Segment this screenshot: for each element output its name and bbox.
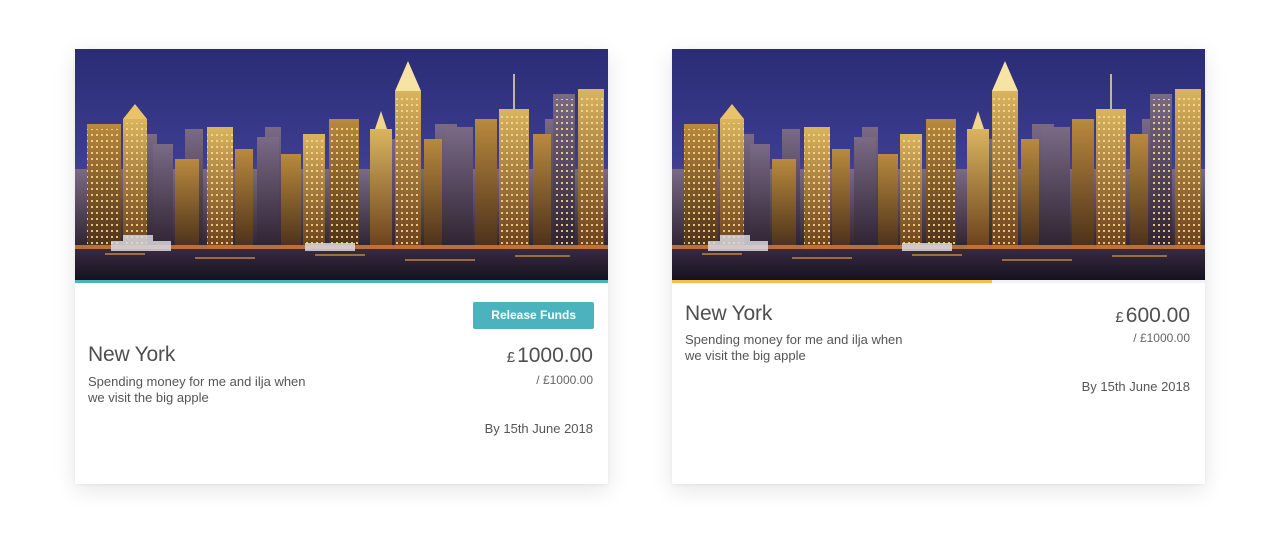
currency-symbol: £	[1115, 309, 1124, 326]
progress-track	[75, 280, 608, 283]
new-york-skyline-image	[672, 49, 1205, 280]
goal-deadline: By 15th June 2018	[484, 421, 593, 436]
saved-amount-value: 600.00	[1125, 304, 1190, 327]
currency-symbol: £	[506, 349, 516, 366]
goal-title: New York	[88, 343, 176, 366]
goal-title: New York	[685, 302, 773, 325]
goal-card[interactable]: Release Funds New York Spending money fo…	[75, 49, 608, 484]
saved-amount: £600.00	[1115, 304, 1190, 328]
goal-deadline: By 15th June 2018	[1081, 379, 1190, 394]
target-amount: / £1000.00	[1133, 331, 1190, 345]
progress-fill	[672, 280, 992, 283]
progress-fill	[75, 280, 608, 283]
release-funds-button[interactable]: Release Funds	[473, 302, 594, 329]
new-york-skyline-image	[75, 49, 608, 280]
progress-track	[672, 280, 1205, 283]
goal-description: Spending money for me and ilja when we v…	[88, 374, 306, 405]
goal-card[interactable]: New York Spending money for me and ilja …	[672, 49, 1205, 484]
target-amount: / £1000.00	[536, 373, 593, 387]
saved-amount: £1000.00	[507, 344, 593, 368]
goal-description: Spending money for me and ilja when we v…	[685, 332, 903, 363]
saved-amount-value: 1000.00	[517, 344, 593, 367]
